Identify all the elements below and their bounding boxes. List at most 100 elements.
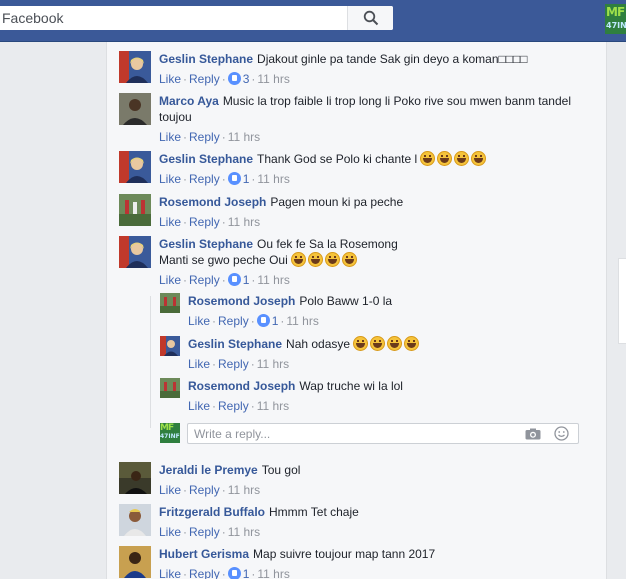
search-box[interactable]: [0, 6, 393, 30]
page-logo-line1: MF: [606, 5, 625, 19]
avatar[interactable]: [119, 504, 151, 536]
comment-text: Polo Baww 1-0 la: [299, 294, 393, 308]
top-navigation-bar: MF 47INF: [0, 0, 626, 42]
comment-time[interactable]: 11 hrs: [257, 567, 289, 579]
comment-text: Hmmm Tet chaje: [269, 505, 359, 519]
laughing-emoji-icon: [404, 336, 420, 351]
reaction-count[interactable]: 1: [243, 172, 250, 186]
like-link[interactable]: Like: [188, 399, 210, 413]
comment-author[interactable]: Rosemond Joseph: [188, 294, 295, 308]
reply-link[interactable]: Reply: [218, 357, 249, 371]
comment-author[interactable]: Rosemond Joseph: [188, 379, 295, 393]
reply-link[interactable]: Reply: [189, 130, 220, 144]
laughing-emoji-icon: [471, 151, 487, 166]
reply-input[interactable]: [194, 426, 514, 441]
comment-text: Ou fek fe Sa la Rosemong: [257, 237, 398, 251]
reaction-count[interactable]: 1: [243, 567, 250, 579]
search-input[interactable]: [2, 6, 342, 30]
avatar[interactable]: [160, 378, 180, 398]
reaction-count[interactable]: 3: [243, 72, 250, 86]
laughing-emoji-icon: [370, 336, 386, 351]
avatar[interactable]: [119, 462, 151, 494]
like-link[interactable]: Like: [159, 273, 181, 287]
comment-author[interactable]: Hubert Gerisma: [159, 547, 249, 561]
like-reaction-icon: [227, 567, 241, 579]
reply-link[interactable]: Reply: [218, 314, 249, 328]
like-reaction-icon: [256, 314, 270, 327]
camera-icon[interactable]: [525, 428, 541, 440]
avatar[interactable]: [119, 151, 151, 183]
comment-time[interactable]: 11 hrs: [286, 314, 318, 328]
reply-link[interactable]: Reply: [189, 525, 220, 539]
like-link[interactable]: Like: [159, 215, 181, 229]
laughing-emoji-icon: [291, 252, 307, 267]
laughing-emoji-icon: [420, 151, 436, 166]
search-button[interactable]: [347, 6, 393, 30]
reply-link[interactable]: Reply: [189, 172, 220, 186]
comment-author[interactable]: Geslin Stephane: [159, 52, 253, 66]
comment-author[interactable]: Geslin Stephane: [159, 152, 253, 166]
smiley-icon[interactable]: [554, 426, 569, 441]
comment-time[interactable]: 11 hrs: [257, 357, 289, 371]
comment-text: Thank God se Polo ki chante l: [257, 152, 418, 166]
comment-time[interactable]: 11 hrs: [228, 215, 260, 229]
reply-link[interactable]: Reply: [189, 215, 220, 229]
like-link[interactable]: Like: [188, 357, 210, 371]
comment-time[interactable]: 11 hrs: [257, 399, 289, 413]
avatar[interactable]: [160, 336, 180, 356]
comment-author[interactable]: Geslin Stephane: [159, 237, 253, 251]
comment-time[interactable]: 11 hrs: [257, 273, 289, 287]
avatar[interactable]: [119, 93, 151, 125]
laughing-emoji-icon: [353, 336, 369, 351]
like-link[interactable]: Like: [159, 567, 181, 579]
comment-text: Wap truche wi la lol: [299, 379, 403, 393]
reply-link[interactable]: Reply: [189, 567, 220, 579]
like-reaction-icon: [227, 273, 241, 286]
comment-text: Djakout ginle pa tande Sak gin deyo a ko…: [257, 52, 528, 66]
comment-time[interactable]: 11 hrs: [228, 130, 260, 144]
comment-author[interactable]: Geslin Stephane: [188, 337, 282, 351]
comment-text: Nah odasye: [286, 337, 351, 351]
reply-link[interactable]: Reply: [189, 72, 220, 86]
avatar[interactable]: [160, 293, 180, 313]
comment-text: Pagen moun ki pa peche: [270, 195, 404, 209]
like-link[interactable]: Like: [159, 525, 181, 539]
current-user-avatar-line1: MF: [160, 423, 174, 433]
laughing-emoji-icon: [325, 252, 341, 267]
comment-time[interactable]: 11 hrs: [257, 72, 289, 86]
current-user-avatar-line2: 47INF: [160, 433, 180, 440]
reaction-count[interactable]: 1: [243, 273, 250, 287]
avatar[interactable]: [119, 51, 151, 83]
comment-time[interactable]: 11 hrs: [228, 525, 260, 539]
comment-author[interactable]: Rosemond Joseph: [159, 195, 266, 209]
comment-text: Music la trop faible li trop long li Pok…: [159, 94, 571, 124]
like-link[interactable]: Like: [159, 130, 181, 144]
comment-author[interactable]: Fritzgerald Buffalo: [159, 505, 265, 519]
laughing-emoji-icon: [454, 151, 470, 166]
comment-text: Tou gol: [261, 463, 301, 477]
reply-link[interactable]: Reply: [218, 399, 249, 413]
comment-author[interactable]: Marco Aya: [159, 94, 219, 108]
reply-thread-line: [150, 296, 151, 428]
avatar[interactable]: [119, 194, 151, 226]
like-reaction-icon: [227, 72, 241, 85]
avatar[interactable]: [119, 236, 151, 268]
reply-link[interactable]: Reply: [189, 483, 220, 497]
avatar[interactable]: [119, 546, 151, 578]
like-link[interactable]: Like: [159, 483, 181, 497]
comment-text-line2: Manti se gwo peche Oui: [159, 253, 288, 267]
page-logo-line2: 47INF: [606, 21, 626, 30]
like-link[interactable]: Like: [159, 72, 181, 86]
comment-author[interactable]: Jeraldi le Premye: [159, 463, 258, 477]
reply-composer[interactable]: [187, 423, 579, 444]
comment-text: Map suivre toujour map tann 2017: [253, 547, 436, 561]
reaction-count[interactable]: 1: [272, 314, 279, 328]
like-link[interactable]: Like: [188, 314, 210, 328]
reply-link[interactable]: Reply: [189, 273, 220, 287]
laughing-emoji-icon: [437, 151, 453, 166]
comment-time[interactable]: 11 hrs: [228, 483, 260, 497]
like-link[interactable]: Like: [159, 172, 181, 186]
page-logo[interactable]: MF 47INF: [605, 4, 626, 34]
comment-time[interactable]: 11 hrs: [257, 172, 289, 186]
laughing-emoji-icon: [308, 252, 324, 267]
